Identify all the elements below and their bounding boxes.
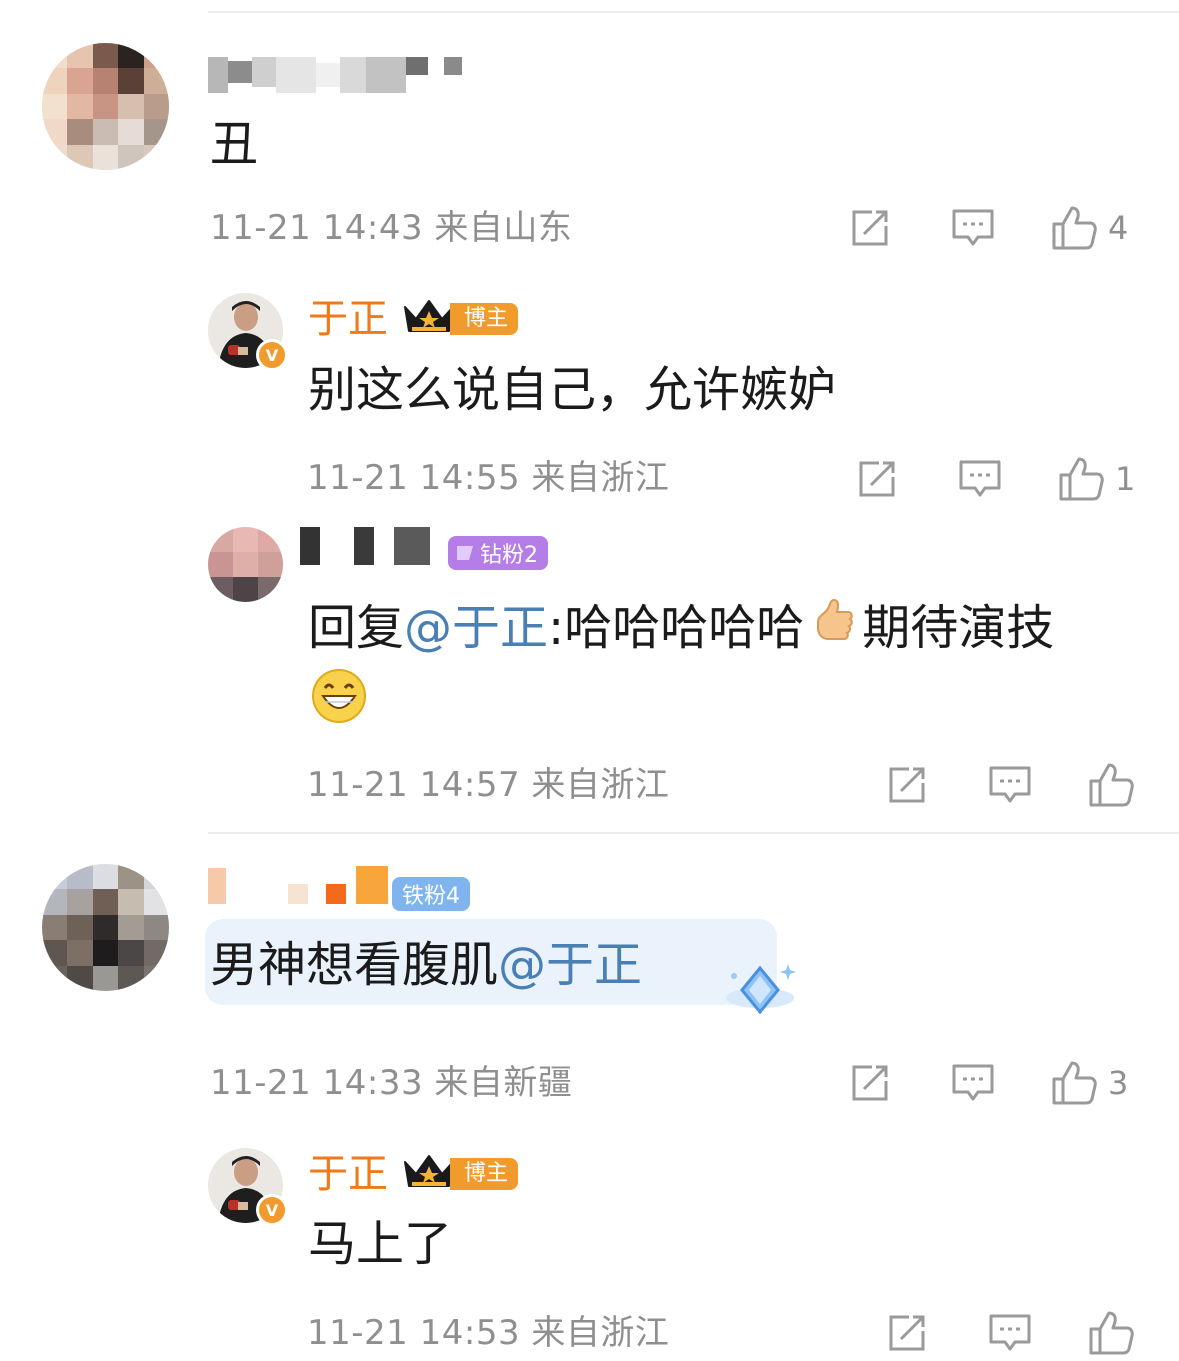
reply-meta: 11-21 14:53 来自浙江 [307,1313,670,1353]
comment-text: 男神想看腹肌@于正 [210,935,642,995]
comment-actions: 3 [848,1059,1128,1107]
role-badge-label: 博主 [450,303,519,335]
mention-link[interactable]: @于正 [404,600,548,656]
username-redacted[interactable] [300,527,430,565]
diamond-decoration-icon [720,958,800,1026]
role-badge: 博主 [402,297,519,341]
reply-prefix: 回复 [308,600,405,656]
comment-icon[interactable] [950,206,996,250]
reply-actions [885,761,1145,809]
reply-body-tail: 期待演技 [862,600,1055,656]
verified-badge: V [256,1194,288,1226]
comment-meta: 11-21 14:33 来自新疆 [210,1063,573,1103]
like-icon[interactable] [1050,1059,1098,1107]
verified-badge: V [256,339,288,371]
reply-text: 别这么说自己，允许嫉妒 [308,362,837,418]
thread-divider [208,832,1179,834]
share-icon[interactable] [855,457,899,501]
reply-text: 回复@于正:哈哈哈哈哈 期待演技 [308,596,1054,666]
reply-text: 马上了 [308,1216,453,1272]
share-icon[interactable] [885,1311,929,1355]
comment-icon[interactable] [957,457,1003,501]
comment-actions: 4 [848,204,1128,252]
grin-emoji [311,668,367,728]
fan-badge: 钻粉2 [448,536,548,570]
reply-actions [885,1309,1145,1357]
reply-actions: 1 [855,455,1135,503]
share-icon[interactable] [885,763,929,807]
like-icon[interactable] [1057,455,1105,503]
like-icon[interactable] [1087,1309,1135,1357]
username-redacted[interactable] [208,866,388,906]
comment-icon[interactable] [950,1061,996,1105]
top-divider [208,11,1179,13]
thumbs-up-emoji [810,596,856,666]
comment-body: 男神想看腹肌 [210,937,499,993]
share-icon[interactable] [848,1061,892,1105]
share-icon[interactable] [848,206,892,250]
reply-body: :哈哈哈哈哈 [548,600,805,656]
fan-badge: 铁粉4 [392,877,470,911]
username-redacted[interactable] [208,57,462,93]
crown-icon [402,1152,456,1196]
comment-icon[interactable] [987,1311,1033,1355]
fan-badge-label: 钻粉2 [480,543,538,568]
like-count: 1 [1115,460,1136,498]
fan-badge-icon [457,546,473,560]
comment-icon[interactable] [987,763,1033,807]
avatar[interactable] [42,43,169,170]
avatar[interactable] [208,527,283,602]
reply-meta: 11-21 14:57 来自浙江 [307,765,670,805]
crown-icon [402,297,456,341]
comment-text: 丑 [210,116,259,172]
like-count: 3 [1108,1064,1129,1102]
like-icon[interactable] [1087,761,1135,809]
mention-link[interactable]: @于正 [498,937,642,993]
fan-badge-label: 铁粉4 [402,884,460,909]
author-name[interactable]: 于正 [308,296,388,342]
author-name[interactable]: 于正 [308,1151,388,1197]
comment-meta: 11-21 14:43 来自山东 [210,208,573,248]
reply-meta: 11-21 14:55 来自浙江 [307,458,670,498]
like-icon[interactable] [1050,204,1098,252]
like-count: 4 [1108,209,1129,247]
role-badge-label: 博主 [450,1158,519,1190]
role-badge: 博主 [402,1152,519,1196]
avatar[interactable] [42,864,169,991]
